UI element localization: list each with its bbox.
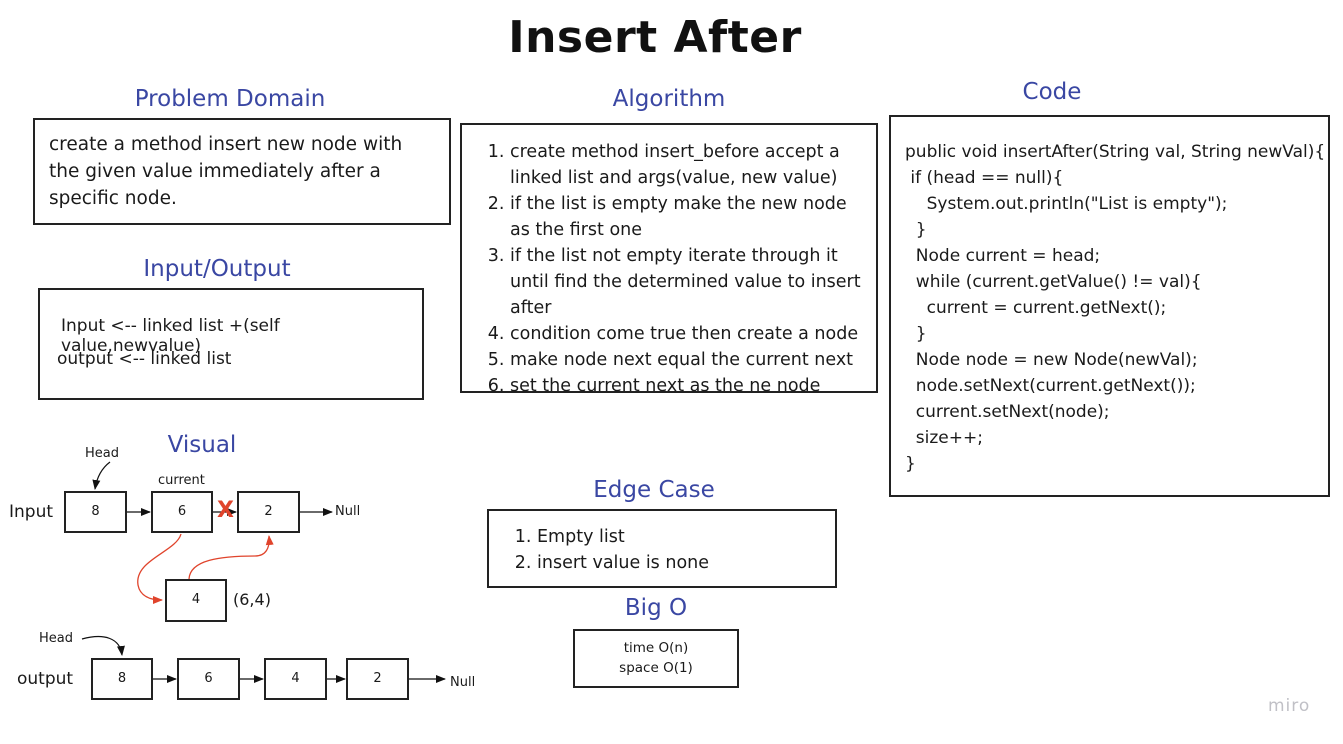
output-node: 6 bbox=[177, 658, 240, 700]
miro-logo: miro bbox=[1268, 696, 1311, 716]
input-node: 8 bbox=[64, 491, 127, 533]
broken-link-cross: X bbox=[217, 498, 234, 523]
insert-arrow-out bbox=[188, 535, 274, 580]
new-node-args: (6,4) bbox=[233, 590, 271, 609]
new-node: 4 bbox=[165, 579, 227, 622]
null-label: Null bbox=[335, 504, 361, 519]
space-complexity: space O(1) bbox=[619, 660, 693, 676]
output-node: 8 bbox=[91, 658, 153, 700]
head-pointer-arrow bbox=[92, 461, 111, 490]
edge-case-item: insert value is none bbox=[537, 550, 835, 576]
head-pointer-arrow bbox=[81, 635, 125, 656]
current-label: current bbox=[158, 473, 205, 488]
edge-case-item: Empty list bbox=[537, 524, 835, 550]
output-node-new: 4 bbox=[264, 658, 327, 700]
output-node: 2 bbox=[346, 658, 409, 700]
null-label: Null bbox=[450, 675, 476, 690]
big-o-heading: Big O bbox=[624, 595, 688, 621]
input-label: Input bbox=[9, 502, 54, 522]
edge-case-list: Empty list insert value is none bbox=[489, 524, 835, 576]
head-label: Head bbox=[39, 631, 73, 646]
output-label: output bbox=[17, 669, 74, 689]
edge-case-heading: Edge Case bbox=[593, 477, 715, 503]
edge-case-box: Empty list insert value is none bbox=[487, 509, 837, 588]
input-node: 2 bbox=[237, 491, 300, 533]
big-o-box: time O(n) space O(1) bbox=[573, 629, 739, 688]
head-label: Head bbox=[85, 446, 119, 461]
time-complexity: time O(n) bbox=[623, 640, 689, 656]
input-node-current: 6 bbox=[151, 491, 213, 533]
